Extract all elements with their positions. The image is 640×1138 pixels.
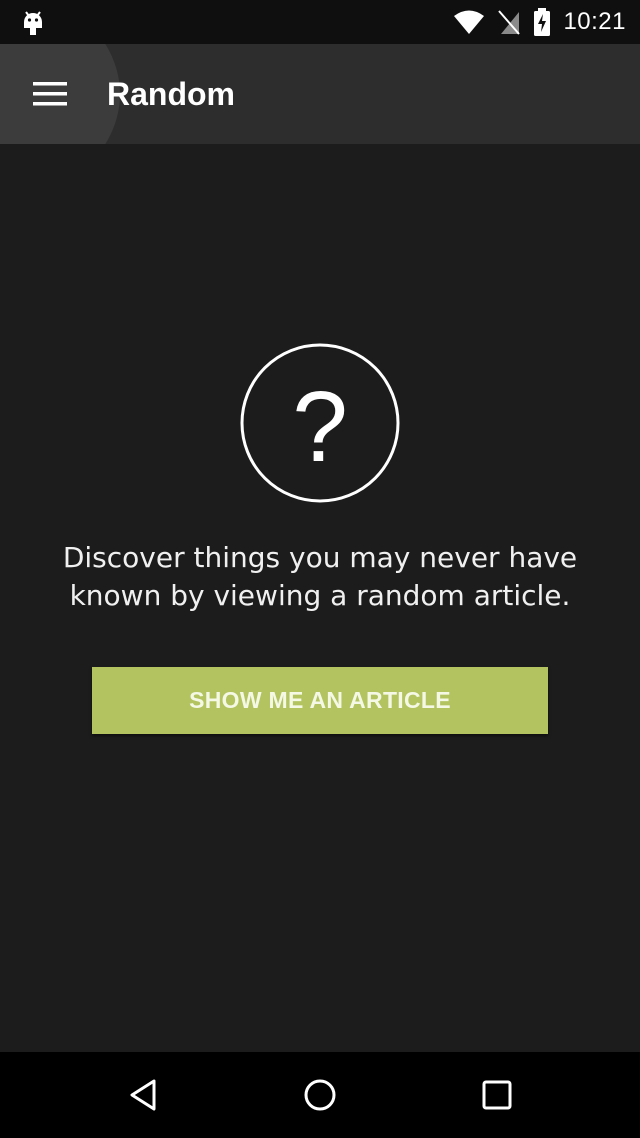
status-time: 10:21 — [563, 8, 626, 35]
navigation-bar — [0, 1052, 640, 1138]
home-icon — [304, 1079, 336, 1111]
question-glyph: ? — [292, 371, 348, 483]
app-bar: Random — [0, 44, 640, 144]
recents-icon — [482, 1080, 512, 1110]
wifi-icon — [454, 10, 485, 34]
menu-button[interactable] — [18, 64, 82, 124]
back-button[interactable] — [118, 1070, 168, 1120]
battery-charging-icon — [534, 8, 551, 36]
show-article-button[interactable]: SHOW ME AN ARTICLE — [92, 667, 548, 734]
question-mark-circle-icon: ? — [240, 343, 400, 503]
recents-button[interactable] — [472, 1070, 522, 1120]
hamburger-menu-icon — [33, 82, 67, 106]
empty-state-message: Discover things you may never have known… — [62, 541, 578, 612]
home-button[interactable] — [295, 1070, 345, 1120]
status-bar: 10:21 — [0, 0, 640, 44]
no-sim-icon — [498, 10, 521, 35]
main-content: ? Discover things you may never have kno… — [0, 144, 640, 1052]
status-icons: 10:21 — [453, 0, 626, 44]
page-title: Random — [107, 76, 235, 112]
android-icon — [24, 11, 42, 35]
back-icon — [130, 1079, 156, 1111]
